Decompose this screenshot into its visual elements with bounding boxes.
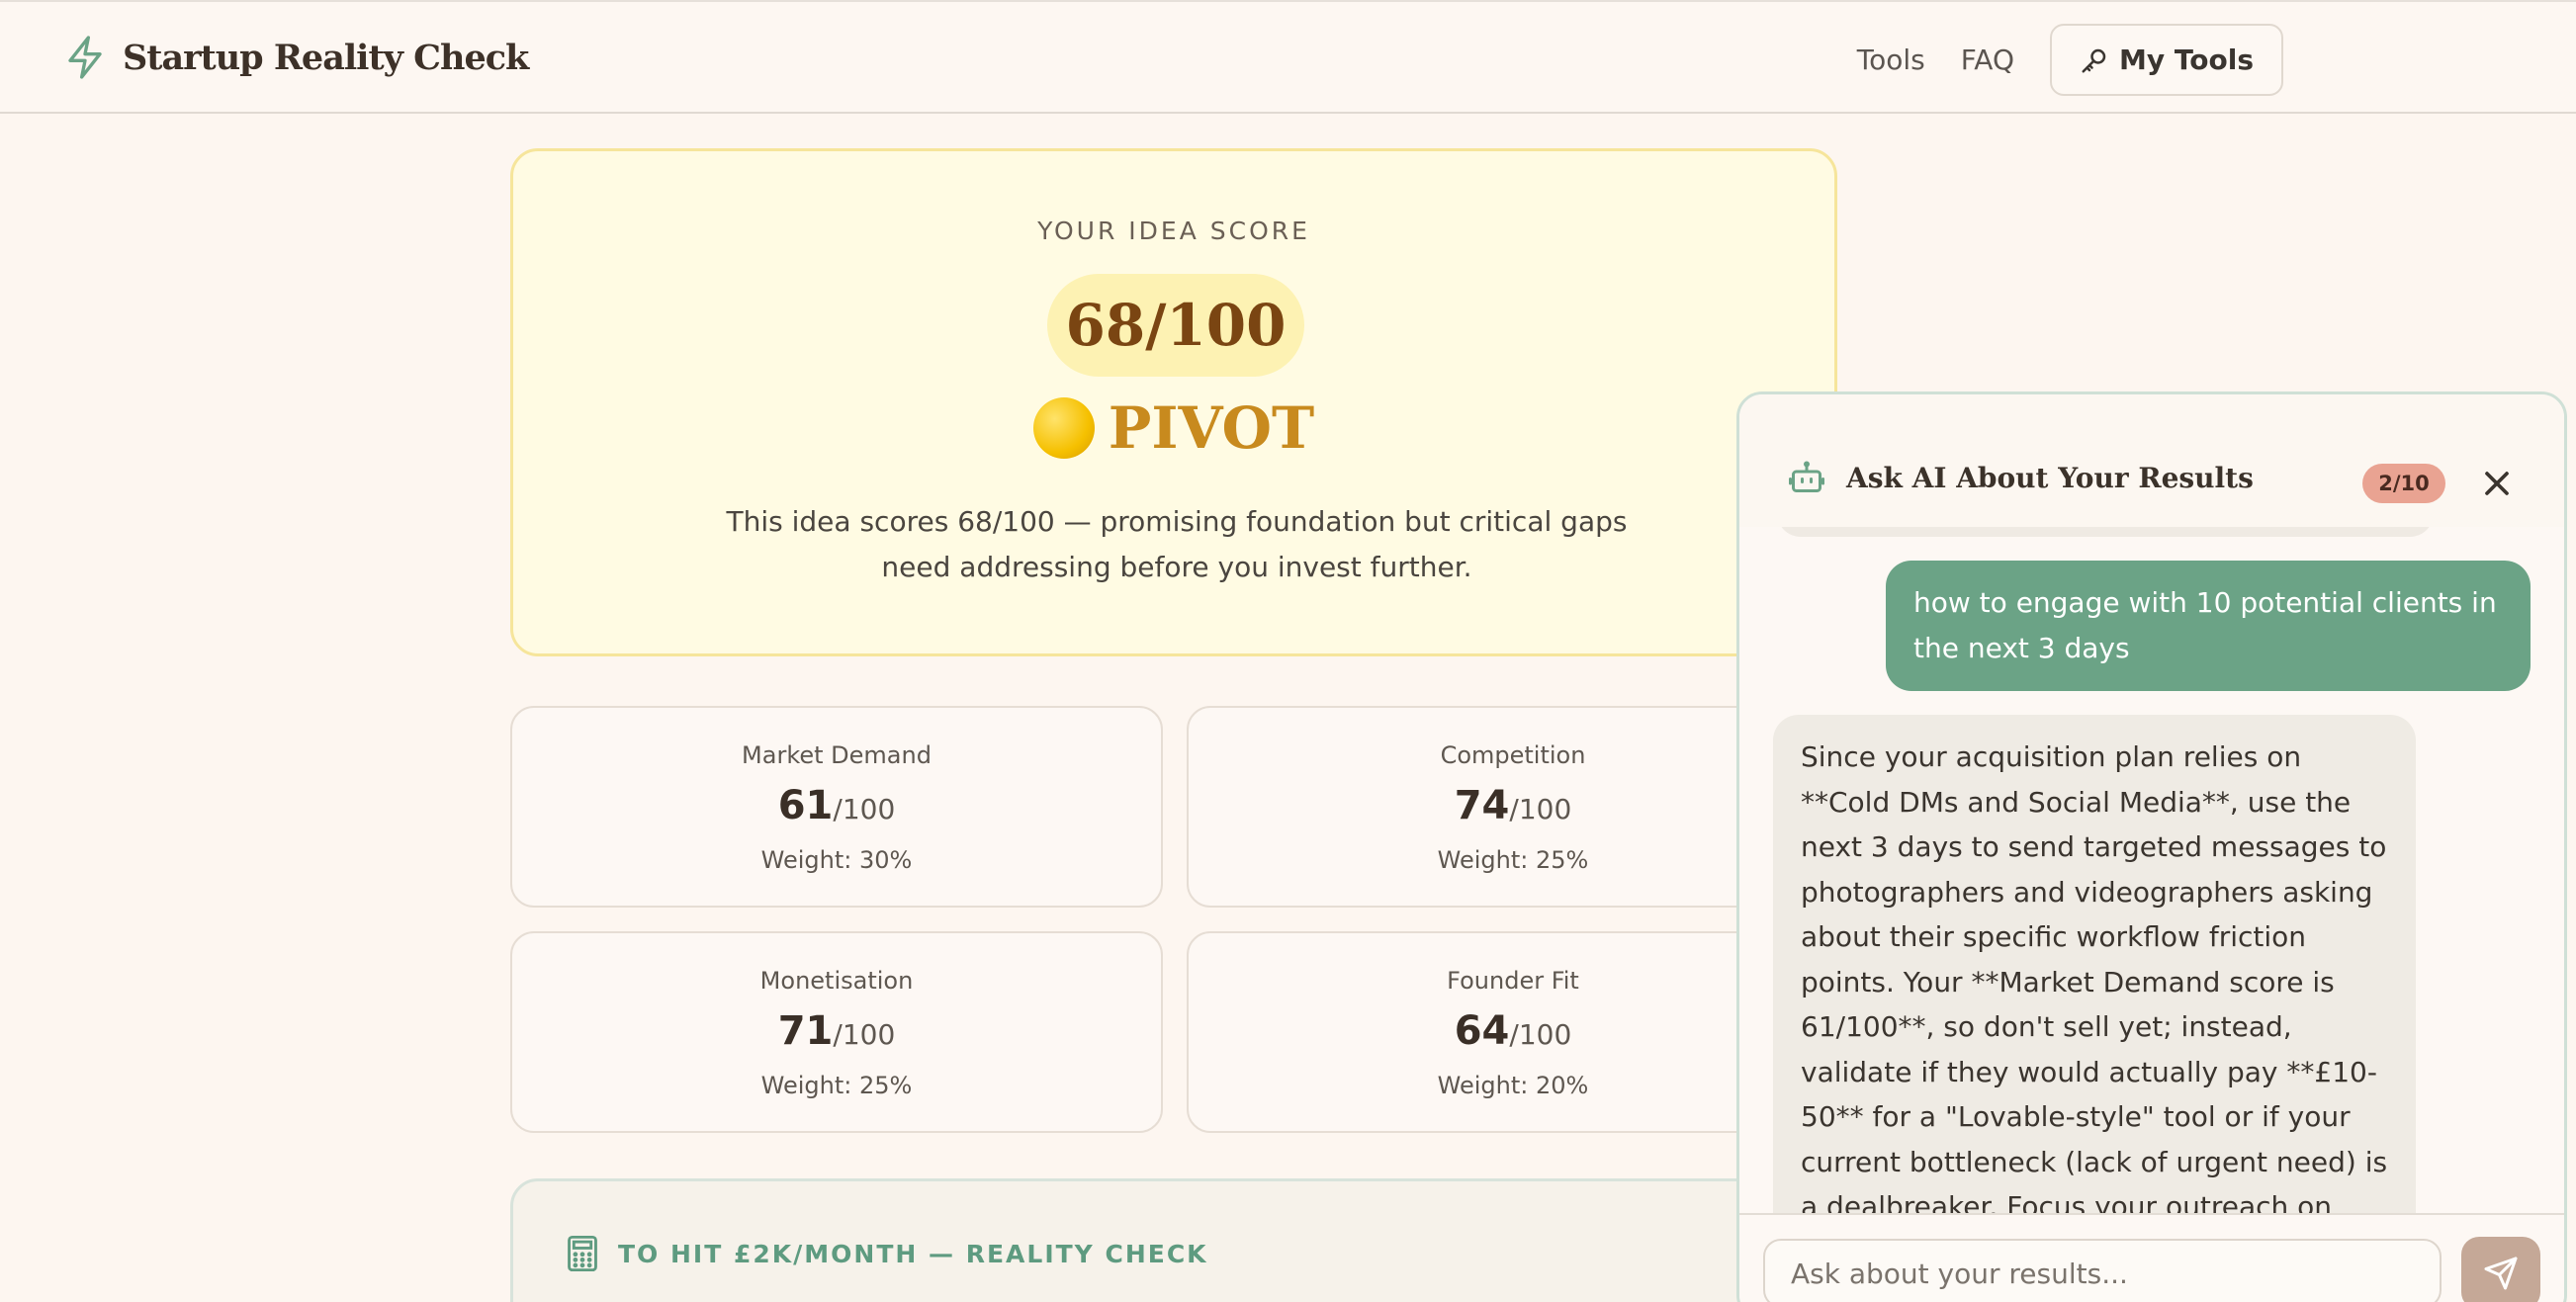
send-icon bbox=[2484, 1257, 2518, 1290]
metric-weight: Weight: 30% bbox=[760, 846, 913, 874]
key-icon bbox=[2082, 48, 2106, 72]
metric-score: 71/100 bbox=[777, 1008, 896, 1054]
top-header: Startup Reality Check Tools FAQ My Tools bbox=[0, 0, 2576, 114]
previous-message bbox=[1777, 527, 2434, 537]
brand-name: Startup Reality Check bbox=[123, 37, 529, 78]
nav-faq-link[interactable]: FAQ bbox=[1961, 43, 2014, 76]
message-count-badge: 2/10 bbox=[2362, 464, 2445, 503]
metric-score: 61/100 bbox=[777, 783, 896, 828]
metric-card-monetisation: Monetisation 71/100 Weight: 25% bbox=[510, 931, 1163, 1133]
my-tools-button[interactable]: My Tools bbox=[2050, 24, 2283, 96]
score-value: 68/100 bbox=[1047, 274, 1304, 377]
ai-message: Since your acquisition plan relies on **… bbox=[1773, 715, 2416, 1213]
send-button[interactable] bbox=[2461, 1237, 2540, 1302]
reality-check-card: TO HIT £2K/MONTH — REALITY CHECK bbox=[510, 1178, 1837, 1302]
lightning-icon bbox=[68, 36, 102, 79]
calculator-icon bbox=[568, 1235, 597, 1272]
score-label: YOUR IDEA SCORE bbox=[1037, 217, 1310, 245]
chat-messages[interactable]: how to engage with 10 potential clients … bbox=[1739, 527, 2564, 1213]
reality-check-header: TO HIT £2K/MONTH — REALITY CHECK bbox=[567, 1235, 1208, 1272]
reality-check-title: TO HIT £2K/MONTH — REALITY CHECK bbox=[618, 1239, 1208, 1268]
my-tools-label: My Tools bbox=[2119, 43, 2254, 76]
close-icon[interactable] bbox=[2477, 464, 2517, 503]
verdict: PIVOT bbox=[513, 394, 1834, 462]
user-message: how to engage with 10 potential clients … bbox=[1886, 561, 2531, 691]
ai-chat-panel: Ask AI About Your Results 2/10 how to en… bbox=[1736, 391, 2567, 1302]
metric-name: Market Demand bbox=[742, 741, 932, 769]
brand[interactable]: Startup Reality Check bbox=[65, 36, 529, 79]
yellow-circle-icon bbox=[1032, 397, 1095, 459]
metric-card-market-demand: Market Demand 61/100 Weight: 30% bbox=[510, 706, 1163, 908]
robot-icon bbox=[1789, 461, 1824, 492]
nav-tools-link[interactable]: Tools bbox=[1857, 43, 1925, 76]
metric-weight: Weight: 25% bbox=[760, 1072, 913, 1099]
chat-footer bbox=[1739, 1213, 2564, 1302]
chat-title: Ask AI About Your Results bbox=[1846, 462, 2254, 494]
chat-header: Ask AI About Your Results 2/10 bbox=[1739, 394, 2564, 527]
chat-input[interactable] bbox=[1763, 1239, 2442, 1302]
verdict-label: PIVOT bbox=[1108, 394, 1315, 462]
metric-name: Monetisation bbox=[759, 967, 914, 995]
score-description: This idea scores 68/100 — promising foun… bbox=[726, 505, 1628, 583]
idea-score-card: YOUR IDEA SCORE 68/100 PIVOT This idea s… bbox=[510, 148, 1837, 656]
top-nav: Tools FAQ My Tools bbox=[1857, 24, 2283, 96]
